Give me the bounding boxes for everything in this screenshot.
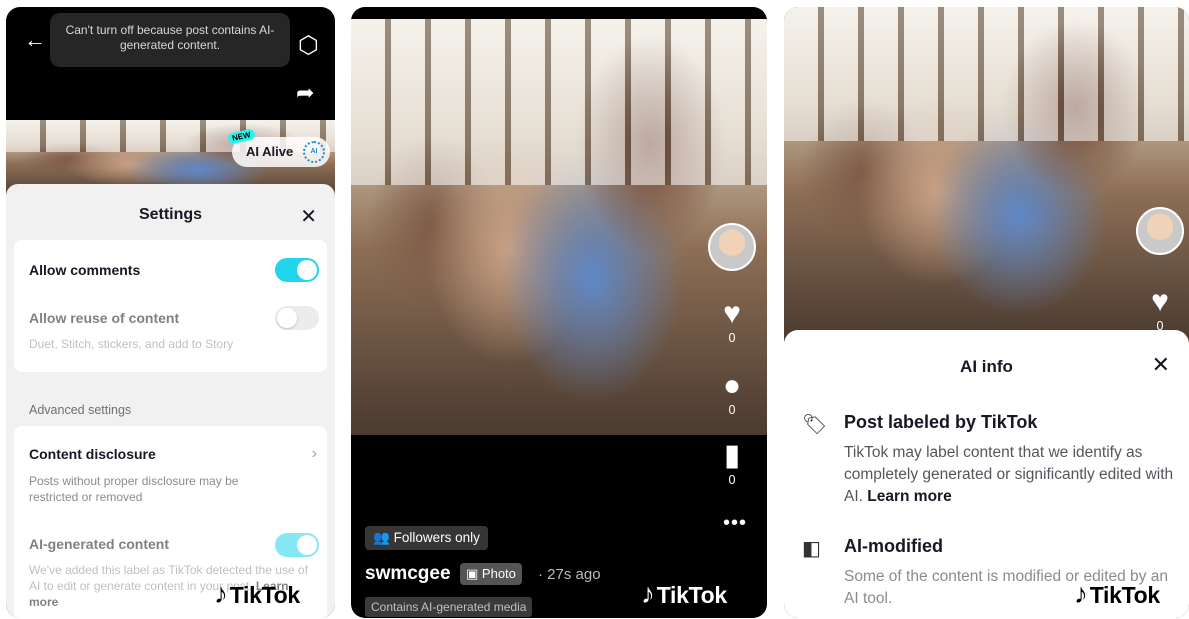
- save-button[interactable]: ▮ 0: [712, 439, 752, 487]
- photo-icon: ▣: [466, 566, 479, 581]
- comment-icon: ●: [722, 369, 742, 402]
- post-time: · 27s ago: [538, 566, 601, 583]
- bookmark-icon: ▮: [723, 439, 741, 472]
- more-options-icon[interactable]: •••: [723, 512, 747, 535]
- watermark-text: TikTok: [1089, 582, 1161, 608]
- heart-icon: ♥: [1151, 285, 1169, 318]
- ai-generated-chip[interactable]: Contains AI-generated media: [365, 597, 533, 617]
- tiktok-logo-icon: ♪: [641, 578, 655, 609]
- ai-info-screen: ♥ 0 AI info ✕ 🏷 Post labeled by TikTok Ti…: [784, 7, 1189, 618]
- close-icon[interactable]: ✕: [300, 204, 317, 229]
- ai-generated-toggle[interactable]: [275, 533, 319, 557]
- ai-modified-icon: ◧: [802, 538, 821, 560]
- tiktok-watermark: ♪TikTok: [641, 578, 727, 610]
- tiktok-watermark: ♪TikTok: [1074, 578, 1160, 610]
- audience-badge: 👥 Followers only: [365, 526, 488, 550]
- advanced-settings-heading: Advanced settings: [29, 403, 132, 417]
- post-labeled-heading: Post labeled by TikTok: [844, 412, 1038, 432]
- watermark-text: TikTok: [229, 582, 301, 608]
- toast-message: Can't turn off because post contains AI-…: [50, 13, 290, 67]
- share-icon[interactable]: ➦: [296, 82, 314, 104]
- ai-modified-heading: AI-modified: [844, 536, 943, 556]
- ai-info-sheet: AI info ✕ 🏷 Post labeled by TikTok TikTo…: [784, 330, 1189, 618]
- avatar[interactable]: [708, 223, 756, 271]
- allow-reuse-toggle[interactable]: [275, 306, 319, 330]
- post-photo: [351, 19, 767, 435]
- username[interactable]: swmcgee: [365, 563, 451, 585]
- allow-reuse-label: Allow reuse of content: [29, 310, 180, 326]
- ai-info-title: AI info: [960, 357, 1013, 376]
- ai-alive-icon: AI: [303, 141, 325, 163]
- watermark-text: TikTok: [656, 582, 728, 608]
- post-photo: [784, 7, 1189, 342]
- like-button[interactable]: ♥ 0: [712, 297, 752, 345]
- media-type-chip: ▣ Photo: [460, 563, 522, 585]
- privacy-card: Allow comments Allow reuse of content Du…: [14, 240, 327, 372]
- close-icon[interactable]: ✕: [1152, 352, 1170, 378]
- settings-sheet: Settings ✕ Allow comments Allow reuse of…: [6, 184, 335, 618]
- allow-reuse-description: Duet, Stitch, stickers, and add to Story: [29, 337, 234, 351]
- ai-alive-button[interactable]: NEW AI Alive AI: [227, 128, 330, 167]
- ai-alive-label: AI Alive: [246, 144, 294, 159]
- settings-screen: ← Can't turn off because post contains A…: [6, 7, 335, 618]
- allow-comments-label: Allow comments: [29, 262, 141, 278]
- content-disclosure-label: Content disclosure: [29, 446, 156, 462]
- chevron-right-icon: ›: [311, 445, 317, 462]
- comment-button[interactable]: ● 0: [712, 369, 752, 417]
- avatar[interactable]: [1136, 207, 1184, 255]
- content-disclosure-description: Posts without proper disclosure may be r…: [29, 474, 239, 504]
- tiktok-logo-icon: ♪: [214, 578, 228, 609]
- heart-icon: ♥: [723, 297, 741, 330]
- tag-icon: 🏷: [802, 414, 828, 436]
- allow-comments-toggle[interactable]: [275, 258, 319, 282]
- back-arrow-icon[interactable]: ←: [24, 29, 46, 51]
- people-icon: 👥: [373, 530, 390, 545]
- feed-post-screen: ♥ 0 ● 0 ▮ 0 ••• 👥 Followers only swmcgee ▣ …: [351, 7, 767, 618]
- sheet-title: Settings: [138, 206, 203, 223]
- like-count: 0: [728, 331, 736, 345]
- comment-count: 0: [728, 403, 736, 417]
- tiktok-watermark: ♪TikTok: [214, 578, 300, 610]
- ai-generated-label: AI-generated content: [29, 536, 170, 552]
- learn-more-link[interactable]: Learn more: [867, 488, 951, 505]
- like-button[interactable]: ♥ 0: [1140, 285, 1180, 333]
- post-labeled-body: TikTok may label content that we identif…: [844, 444, 1174, 505]
- settings-gear-icon[interactable]: ⬡: [298, 34, 319, 58]
- tiktok-logo-icon: ♪: [1074, 578, 1088, 609]
- save-count: 0: [728, 473, 736, 487]
